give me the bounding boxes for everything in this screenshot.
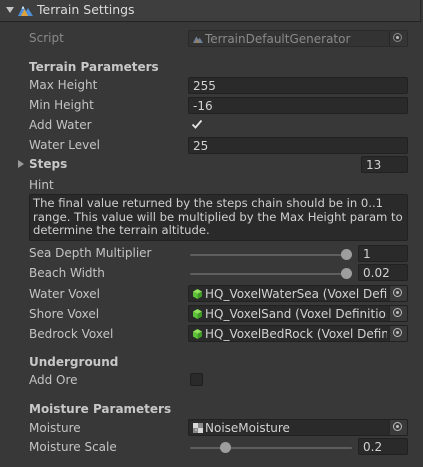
sea-depth-slider-track[interactable] <box>190 254 352 256</box>
beach-width-label: Beach Width <box>29 266 105 280</box>
sea-depth-field[interactable]: 1 <box>358 245 408 262</box>
voxel-cube-icon <box>193 309 202 319</box>
max-height-field[interactable]: 255 <box>188 77 408 94</box>
steps-foldout[interactable]: Steps <box>29 157 67 171</box>
moisture-scale-label: Moisture Scale <box>29 440 117 454</box>
bedrock-voxel-value: HQ_VoxelBedRock (Voxel Definition) <box>205 327 387 341</box>
underground-heading: Underground <box>29 355 119 369</box>
beach-width-field[interactable]: 0.02 <box>358 264 408 281</box>
chevron-down-icon[interactable] <box>6 7 14 13</box>
shore-voxel-value: HQ_VoxelSand (Voxel Definition) <box>205 307 387 321</box>
chevron-right-icon[interactable] <box>18 160 24 168</box>
add-ore-checkbox[interactable] <box>190 373 203 386</box>
water-voxel-label: Water Voxel <box>29 287 100 301</box>
steps-count-field[interactable]: 13 <box>361 156 408 173</box>
terrain-parameters-heading: Terrain Parameters <box>29 60 159 74</box>
moisture-field[interactable]: NoiseMoisture <box>188 419 408 436</box>
add-water-checkbox[interactable] <box>191 118 203 130</box>
voxel-cube-icon <box>193 289 202 299</box>
script-field[interactable]: TerrainDefaultGenerator <box>188 30 408 47</box>
checkmark-icon <box>191 119 203 129</box>
script-label: Script <box>29 31 64 45</box>
beach-width-slider-track[interactable] <box>190 273 352 275</box>
water-level-label: Water Level <box>29 138 100 152</box>
max-height-label: Max Height <box>29 78 98 92</box>
beach-width-slider-knob[interactable] <box>341 268 352 279</box>
add-water-label: Add Water <box>29 118 92 132</box>
sea-depth-multiplier-label: Sea Depth Multiplier <box>29 246 152 260</box>
water-voxel-field[interactable]: HQ_VoxelWaterSea (Voxel Definition) <box>188 285 408 302</box>
add-ore-label: Add Ore <box>29 373 78 387</box>
component-title: Terrain Settings <box>37 2 135 17</box>
texture-icon <box>193 423 203 433</box>
min-height-label: Min Height <box>29 98 94 112</box>
moisture-scale-field[interactable]: 0.2 <box>358 438 408 455</box>
min-height-field[interactable]: -16 <box>188 97 408 114</box>
bedrock-voxel-label: Bedrock Voxel <box>29 327 114 341</box>
moisture-scale-slider-knob[interactable] <box>220 442 232 453</box>
hint-textarea[interactable]: The final value returned by the steps ch… <box>29 194 408 241</box>
water-level-field[interactable]: 25 <box>188 137 408 154</box>
voxel-cube-icon <box>193 329 202 339</box>
object-picker-icon[interactable] <box>389 306 407 321</box>
script-value: TerrainDefaultGenerator <box>205 32 351 46</box>
object-picker-icon[interactable] <box>389 420 407 435</box>
water-voxel-value: HQ_VoxelWaterSea (Voxel Definition) <box>205 287 387 301</box>
terrain-mountain-icon <box>18 6 33 16</box>
bedrock-voxel-field[interactable]: HQ_VoxelBedRock (Voxel Definition) <box>188 325 408 342</box>
moisture-scale-slider-track[interactable] <box>190 447 352 449</box>
shore-voxel-field[interactable]: HQ_VoxelSand (Voxel Definition) <box>188 305 408 322</box>
moisture-label: Moisture <box>29 421 81 435</box>
moisture-value: NoiseMoisture <box>205 421 290 435</box>
shore-voxel-label: Shore Voxel <box>29 307 100 321</box>
component-header[interactable]: Terrain Settings <box>0 0 421 22</box>
terrain-mountain-icon <box>193 36 203 43</box>
sea-depth-slider-knob[interactable] <box>341 249 352 260</box>
object-picker-icon[interactable] <box>389 286 407 301</box>
object-picker-icon[interactable] <box>389 326 407 341</box>
moisture-parameters-heading: Moisture Parameters <box>29 402 172 416</box>
object-picker-icon[interactable] <box>389 31 407 46</box>
hint-label: Hint <box>29 178 54 192</box>
